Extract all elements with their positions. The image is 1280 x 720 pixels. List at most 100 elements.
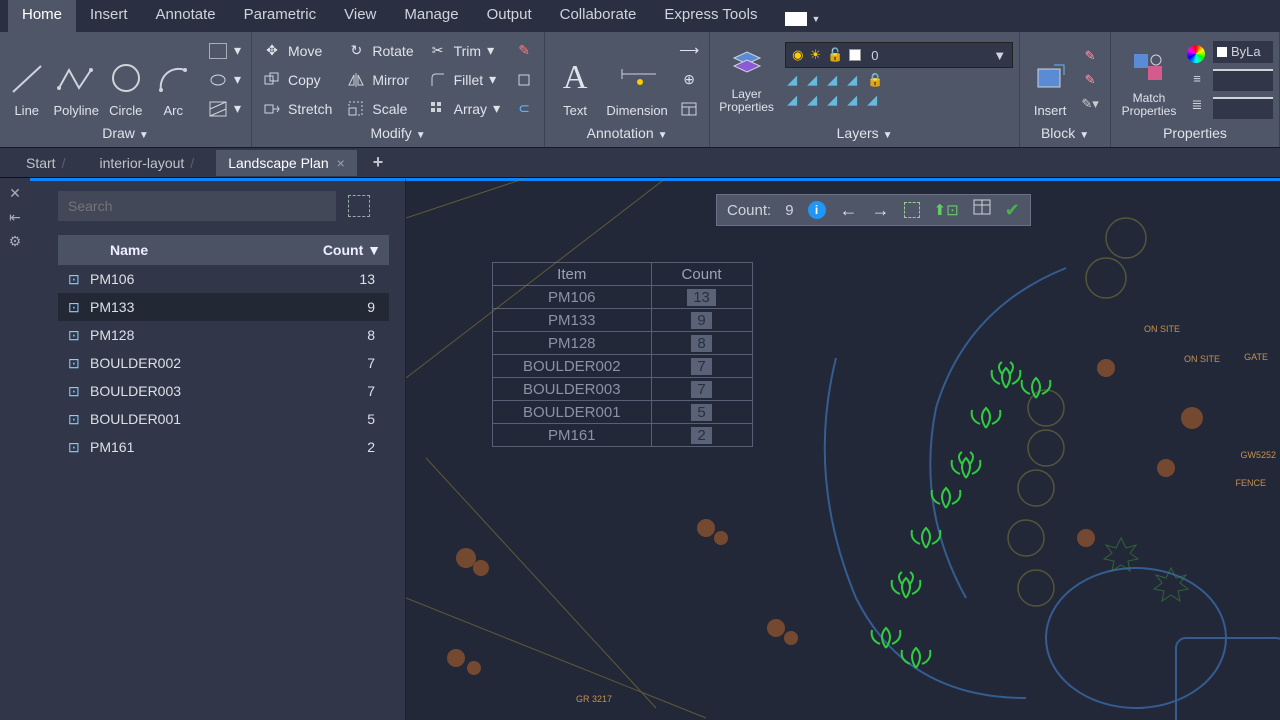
tool-insert[interactable]: Insert: [1026, 36, 1074, 118]
block-icon: ⊡: [58, 271, 84, 288]
menu-tab-collaborate[interactable]: Collaborate: [546, 0, 651, 32]
panel-layers: LayerProperties ◉☀🔓 0 ▼ ◢◢◢◢🔒 ◢◢◢◢◢ La: [710, 32, 1020, 147]
tool-layer-properties[interactable]: LayerProperties: [716, 36, 777, 114]
panel-title-properties[interactable]: Properties: [1117, 123, 1273, 143]
close-icon[interactable]: ×: [337, 155, 345, 171]
layer-icon[interactable]: ◢: [847, 72, 857, 88]
col-name[interactable]: Name: [58, 242, 309, 258]
layer-icon[interactable]: ◢: [787, 72, 797, 88]
linetype-icon[interactable]: ≡: [1187, 69, 1207, 89]
close-palette-icon[interactable]: ✕: [6, 184, 24, 202]
layer-icon[interactable]: ◢: [867, 92, 877, 108]
doctab-new[interactable]: +: [361, 147, 396, 178]
panel-title-block[interactable]: Block▼: [1026, 123, 1104, 143]
tool-line[interactable]: Line: [6, 36, 47, 118]
panel-block: Insert ✎ ✎ ✎▾ Block▼: [1020, 32, 1111, 147]
tool-scale[interactable]: Scale: [342, 96, 417, 121]
lineweight-icon[interactable]: ≣: [1187, 95, 1207, 115]
collapse-icon[interactable]: ⇤: [6, 208, 24, 226]
drawing-label: GATE: [1244, 352, 1268, 362]
menu-tab-view[interactable]: View: [330, 0, 390, 32]
palette-sidebar: ✕ ⇤ ⚙: [0, 178, 30, 720]
bylayer-dropdown[interactable]: ByLa: [1213, 41, 1273, 63]
tool-centermark[interactable]: ⊕: [675, 67, 703, 92]
color-wheel-icon[interactable]: [1187, 45, 1205, 63]
tool-offset[interactable]: ⊂: [510, 96, 538, 121]
layer-icon[interactable]: ◢: [787, 92, 797, 108]
drawing-label: GW5252: [1240, 450, 1276, 460]
table-row[interactable]: ⊡PM1288: [58, 321, 389, 349]
doctab-start[interactable]: Start/: [14, 150, 83, 176]
table-row[interactable]: ⊡BOULDER0015: [58, 405, 389, 433]
tool-erase[interactable]: ✎: [510, 38, 538, 63]
panel-title-draw[interactable]: Draw▼: [6, 123, 245, 143]
tool-table[interactable]: [675, 96, 703, 121]
table-row[interactable]: ⊡PM1339: [58, 293, 389, 321]
table-row[interactable]: ⊡BOULDER0027: [58, 349, 389, 377]
block-icon: ⊡: [58, 439, 84, 456]
menu-tab-featured[interactable]: ▼: [771, 0, 834, 32]
block-icon: ⊡: [58, 383, 84, 400]
doctab-landscape[interactable]: Landscape Plan×: [216, 150, 357, 176]
tool-copy[interactable]: Copy: [258, 67, 336, 92]
block-create-icon[interactable]: ✎: [1080, 46, 1100, 66]
tool-array[interactable]: Array ▾: [424, 96, 504, 121]
panel-annotation: AText Dimension ⟶ ⊕ Annotation▼: [545, 32, 710, 147]
drawing-label: FENCE: [1235, 478, 1266, 488]
tool-mirror[interactable]: Mirror: [342, 67, 417, 92]
layer-icon[interactable]: ◢: [847, 92, 857, 108]
table-header: Name Count ▼: [58, 235, 389, 265]
count-palette: Name Count ▼ ⊡PM10613 ⊡PM1339 ⊡PM1288 ⊡B…: [30, 178, 406, 720]
menu-tab-output[interactable]: Output: [473, 0, 546, 32]
layer-icon[interactable]: ◢: [807, 92, 817, 108]
tool-move[interactable]: ✥Move: [258, 38, 336, 63]
layer-icon[interactable]: ◢: [827, 72, 837, 88]
selection-icon[interactable]: [348, 195, 370, 217]
tool-dimension[interactable]: Dimension: [605, 36, 669, 118]
tool-circle[interactable]: Circle: [105, 36, 146, 118]
tool-match-properties[interactable]: MatchProperties: [1117, 36, 1181, 118]
doctab-interior[interactable]: interior-layout/: [87, 150, 212, 176]
layer-icon[interactable]: ◢: [807, 72, 817, 88]
block-icon: ⊡: [58, 411, 84, 428]
tool-arc[interactable]: Arc: [153, 36, 194, 118]
block-icon: ⊡: [58, 355, 84, 372]
table-row[interactable]: ⊡BOULDER0037: [58, 377, 389, 405]
block-icon: ⊡: [58, 299, 84, 316]
menu-tab-annotate[interactable]: Annotate: [142, 0, 230, 32]
menu-tab-manage[interactable]: Manage: [390, 0, 472, 32]
tool-hatch[interactable]: ▾: [204, 96, 245, 121]
tool-ellipse[interactable]: ▾: [204, 67, 245, 92]
tool-rectangle[interactable]: ▾: [204, 38, 245, 63]
tool-fillet[interactable]: Fillet ▾: [424, 67, 504, 92]
drawing-canvas[interactable]: Count: 9 i ← → ⬆⊡ ✔ ItemCount PM10613 PM…: [406, 178, 1280, 720]
menu-tab-insert[interactable]: Insert: [76, 0, 142, 32]
tool-text[interactable]: AText: [551, 36, 599, 118]
layer-dropdown[interactable]: ◉☀🔓 0 ▼: [785, 42, 1013, 68]
tool-explode[interactable]: [510, 67, 538, 92]
drawing-label: ON SITE: [1184, 354, 1220, 364]
tool-trim[interactable]: ✂Trim ▾: [424, 38, 504, 63]
table-row[interactable]: ⊡PM10613: [58, 265, 389, 293]
panel-title-annotation[interactable]: Annotation▼: [551, 123, 703, 143]
menu-tab-parametric[interactable]: Parametric: [230, 0, 331, 32]
layer-icon[interactable]: 🔒: [867, 72, 883, 88]
table-row[interactable]: ⊡PM1612: [58, 433, 389, 461]
panel-title-layers[interactable]: Layers▼: [716, 123, 1013, 143]
settings-icon[interactable]: ⚙: [6, 232, 24, 250]
panel-title-modify[interactable]: Modify▼: [258, 123, 538, 143]
panel-modify: ✥Move Copy Stretch ↻Rotate Mirror Scale …: [252, 32, 545, 147]
menu-tab-home[interactable]: Home: [8, 0, 76, 32]
tool-polyline[interactable]: Polyline: [53, 36, 99, 118]
layer-icon[interactable]: ◢: [827, 92, 837, 108]
block-attr-icon[interactable]: ✎▾: [1080, 94, 1100, 114]
tool-leader[interactable]: ⟶: [675, 38, 703, 63]
ribbon: Line Polyline Circle Arc ▾ ▾ ▾ Draw▼ ✥Mo…: [0, 32, 1280, 148]
col-count[interactable]: Count ▼: [309, 242, 389, 258]
drawing-label: ON SITE: [1144, 324, 1180, 334]
search-input[interactable]: [58, 191, 336, 221]
tool-rotate[interactable]: ↻Rotate: [342, 38, 417, 63]
block-edit-icon[interactable]: ✎: [1080, 70, 1100, 90]
tool-stretch[interactable]: Stretch: [258, 96, 336, 121]
menu-tab-express[interactable]: Express Tools: [650, 0, 771, 32]
